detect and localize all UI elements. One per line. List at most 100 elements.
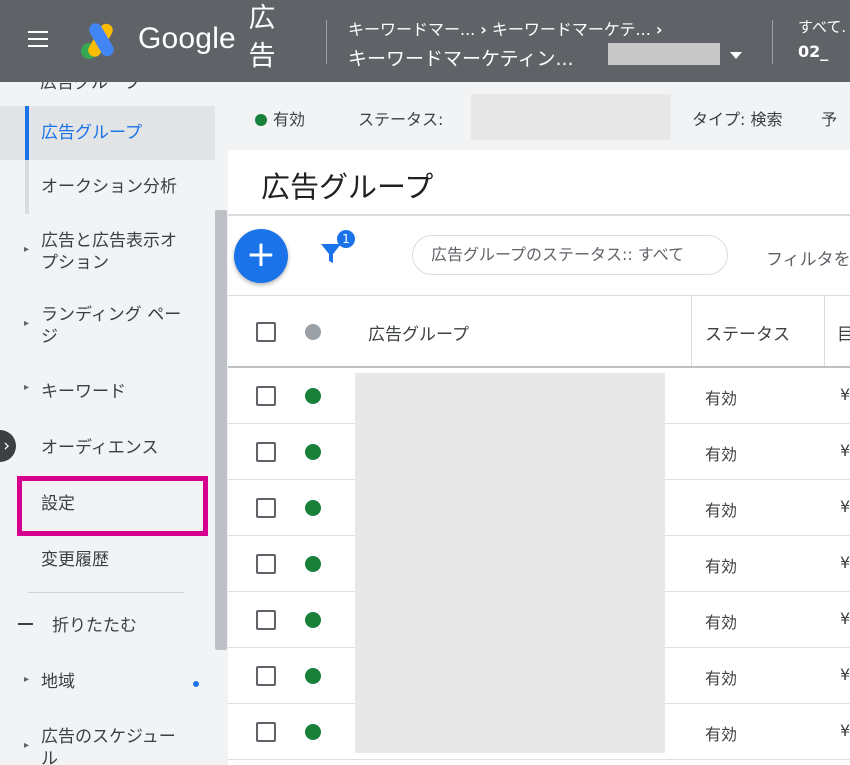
row-checkbox[interactable] bbox=[256, 386, 276, 406]
enabled-status-icon bbox=[305, 668, 321, 684]
sidebar-item-label: 変更履歴 bbox=[41, 550, 109, 570]
column-header-status[interactable]: ステータス bbox=[705, 320, 790, 345]
redacted-block bbox=[471, 94, 671, 140]
sidebar-item-label: オークション分析 bbox=[41, 177, 177, 197]
chevron-right-icon: › bbox=[655, 20, 663, 39]
sidebar-item-audiences[interactable]: オーディエンス bbox=[0, 424, 215, 472]
row-budget: ¥ bbox=[840, 497, 850, 516]
enabled-status-icon bbox=[305, 724, 321, 740]
sidebar-item-partial[interactable]: 広告グループ bbox=[40, 82, 141, 93]
row-status[interactable]: 有効 bbox=[705, 665, 737, 689]
sidebar-item-label: ランディング ページ bbox=[41, 305, 182, 347]
breadcrumb-campaign[interactable]: キーワードマーケテ... bbox=[492, 20, 651, 39]
enabled-status-icon bbox=[305, 500, 321, 516]
sidebar-item-label: 広告と広告表示オプション bbox=[41, 231, 177, 273]
row-budget: ¥ bbox=[840, 721, 850, 740]
row-status[interactable]: 有効 bbox=[705, 497, 737, 521]
side-navigation: 広告グループ 広告グループ オークション分析 ▸ 広告と広告表示オプション ▸ … bbox=[0, 82, 228, 765]
chevron-right-icon: › bbox=[3, 436, 10, 456]
sidebar-item-label: キーワード bbox=[41, 382, 126, 402]
sidebar-item-adgroups[interactable]: 広告グループ bbox=[0, 106, 215, 160]
status-value: 有効 bbox=[273, 110, 306, 129]
menu-icon[interactable] bbox=[28, 31, 48, 47]
sidebar-item-label: 折りたたむ bbox=[52, 616, 137, 636]
sidebar-item-label: 広告のスケジュール bbox=[41, 727, 176, 765]
chevron-right-icon: ▸ bbox=[24, 244, 30, 255]
breadcrumb-account[interactable]: キーワードマー... bbox=[348, 20, 475, 39]
row-checkbox[interactable] bbox=[256, 610, 276, 630]
column-header-budget[interactable]: 目 bbox=[837, 320, 850, 345]
sidebar-item-keywords[interactable]: ▸ キーワード bbox=[0, 368, 215, 416]
table-header: 広告グループ ステータス 目 bbox=[228, 296, 850, 368]
campaign-status-bar: 有効 ステータス: タイプ: 検索 予 bbox=[228, 82, 850, 150]
select-all-checkbox[interactable] bbox=[256, 322, 276, 342]
row-status[interactable]: 有効 bbox=[705, 441, 737, 465]
sidebar-item-auction-insights[interactable]: オークション分析 bbox=[0, 160, 215, 214]
topbar-divider bbox=[326, 20, 327, 64]
campaign-selector[interactable]: キーワードマーケティン... bbox=[348, 44, 574, 71]
status-label: ステータス: bbox=[358, 110, 444, 129]
sidebar-item-locations[interactable]: ▸ 地域 bbox=[0, 660, 215, 704]
enabled-status-icon bbox=[305, 612, 321, 628]
redacted-adgroup-names bbox=[355, 373, 665, 753]
row-checkbox[interactable] bbox=[256, 666, 276, 686]
highlight-annotation bbox=[17, 476, 208, 536]
row-status[interactable]: 有効 bbox=[705, 553, 737, 577]
top-app-bar: Google 広告 キーワードマー... › キーワードマーケテ... › キーワード… bbox=[0, 0, 850, 82]
dropdown-caret-icon[interactable] bbox=[730, 52, 742, 59]
sidebar-item-label: 広告グループ bbox=[41, 123, 142, 143]
title-divider bbox=[228, 214, 850, 216]
sidebar-item-label: オーディエンス bbox=[41, 438, 159, 458]
sidebar-item-change-history[interactable]: 変更履歴 bbox=[0, 536, 215, 584]
sidebar-divider bbox=[28, 592, 184, 593]
sidebar-item-landing-pages[interactable]: ▸ ランディング ページ bbox=[0, 296, 215, 356]
account-id[interactable]: 02_ bbox=[798, 42, 828, 61]
sidebar-item-ads-extensions[interactable]: ▸ 広告と広告表示オプション bbox=[0, 222, 215, 282]
chevron-right-icon: › bbox=[480, 20, 487, 39]
main-content: 有効 ステータス: タイプ: 検索 予 広告グループ + 1 広告グループのステ… bbox=[228, 82, 850, 765]
active-indicator bbox=[25, 106, 29, 160]
budget-label-partial: 予 bbox=[821, 110, 838, 129]
row-checkbox[interactable] bbox=[256, 498, 276, 518]
chevron-right-icon: ▸ bbox=[24, 382, 30, 393]
campaign-type: タイプ: 検索 bbox=[692, 110, 783, 129]
row-status[interactable]: 有効 bbox=[705, 721, 737, 745]
filter-icon[interactable] bbox=[320, 242, 342, 266]
add-button[interactable]: + bbox=[234, 229, 288, 283]
status-column-dot-icon bbox=[305, 324, 321, 340]
row-status[interactable]: 有効 bbox=[705, 609, 737, 633]
account-label[interactable]: すべて. bbox=[798, 16, 846, 37]
page-title: 広告グループ bbox=[261, 170, 434, 204]
breadcrumb: キーワードマー... › キーワードマーケテ... › bbox=[348, 16, 667, 40]
sidebar-item-ad-schedule[interactable]: ▸ 広告のスケジュール bbox=[0, 718, 215, 765]
row-checkbox[interactable] bbox=[256, 442, 276, 462]
column-header-adgroup[interactable]: 広告グループ bbox=[368, 320, 469, 345]
enabled-status-icon bbox=[305, 444, 321, 460]
sidebar-item-label: 地域 bbox=[41, 672, 75, 692]
column-divider bbox=[824, 296, 825, 368]
chevron-right-icon: ▸ bbox=[24, 740, 30, 751]
sidebar-collapse-button[interactable]: 折りたたむ bbox=[0, 604, 215, 648]
sidebar-scrollbar[interactable] bbox=[215, 210, 227, 650]
row-checkbox[interactable] bbox=[256, 554, 276, 574]
redacted-block bbox=[608, 43, 720, 65]
plus-icon: + bbox=[245, 234, 277, 275]
product-name: 広告 bbox=[248, 3, 276, 72]
google-wordmark: Google bbox=[138, 22, 236, 55]
column-divider bbox=[691, 296, 692, 368]
google-ads-logo-icon bbox=[81, 23, 114, 59]
status-enabled: 有効 bbox=[255, 106, 305, 130]
chevron-right-icon: ▸ bbox=[24, 674, 30, 685]
row-budget: ¥ bbox=[840, 385, 850, 404]
row-budget: ¥ bbox=[840, 609, 850, 628]
filter-count-badge: 1 bbox=[337, 230, 355, 248]
add-filter-link[interactable]: フィルタを bbox=[766, 245, 850, 270]
row-status[interactable]: 有効 bbox=[705, 385, 737, 409]
notification-dot bbox=[193, 681, 199, 687]
status-dot-icon bbox=[255, 114, 267, 126]
topbar-divider bbox=[772, 20, 773, 64]
enabled-status-icon bbox=[305, 388, 321, 404]
status-filter-chip[interactable]: 広告グループのステータス:: すべて bbox=[412, 235, 728, 275]
row-checkbox[interactable] bbox=[256, 722, 276, 742]
row-budget: ¥ bbox=[840, 441, 850, 460]
